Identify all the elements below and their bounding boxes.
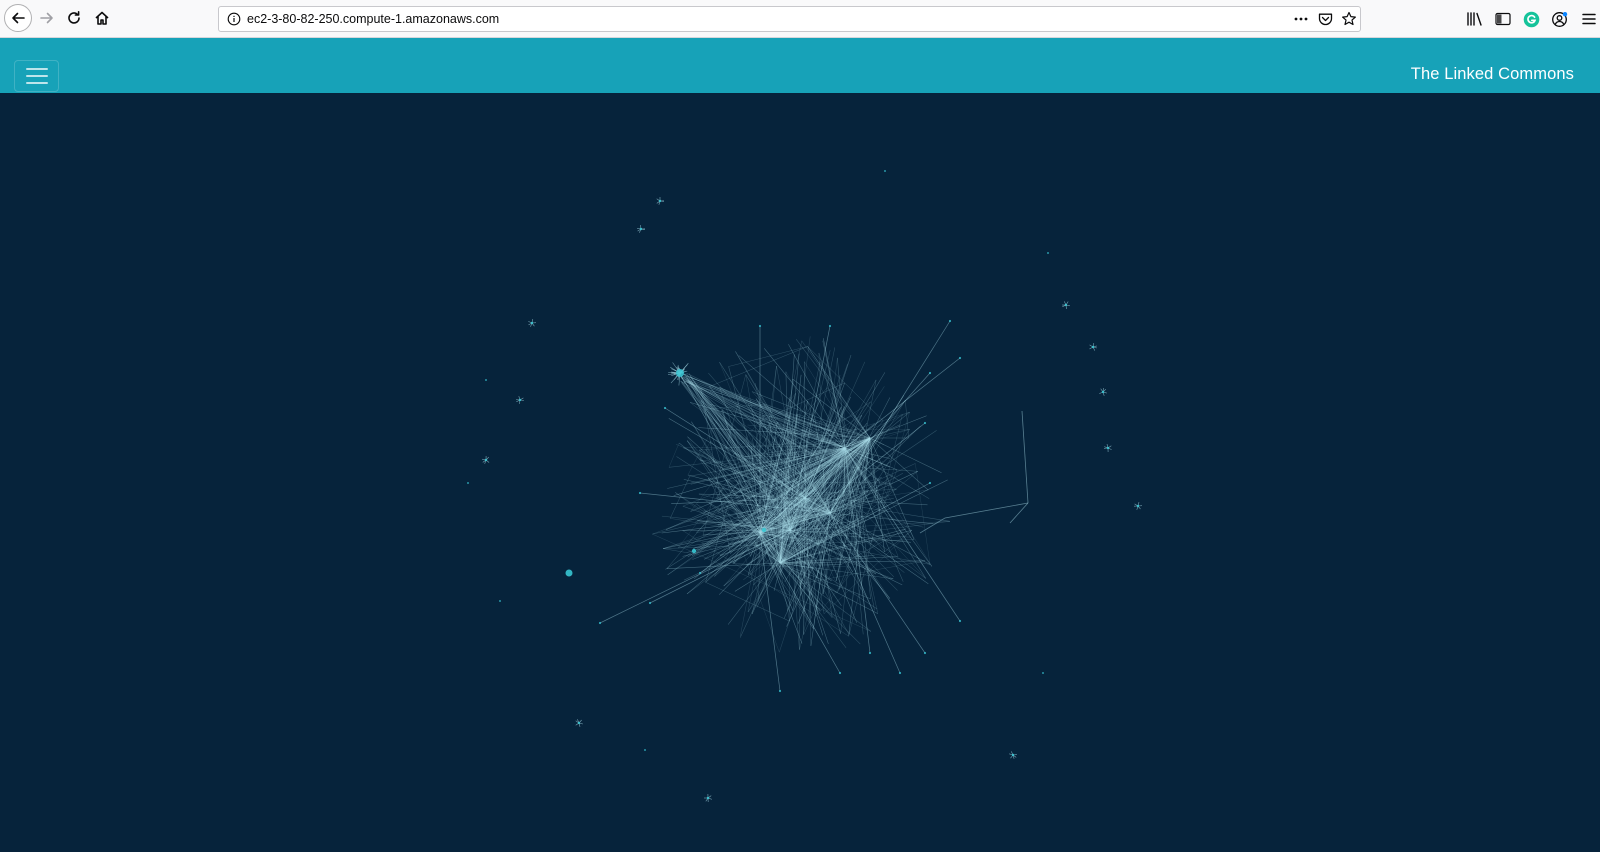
url-text[interactable]: ec2-3-80-82-250.compute-1.amazonaws.com (247, 7, 499, 31)
graph-edge (668, 442, 680, 468)
graph-node[interactable] (1011, 753, 1015, 757)
graph-node[interactable] (838, 671, 842, 675)
toggle-bar (25, 82, 48, 84)
graph-edge (728, 346, 808, 367)
graph-node[interactable] (706, 796, 710, 800)
url-bar[interactable]: ec2-3-80-82-250.compute-1.amazonaws.com (218, 6, 1361, 32)
account-icon (1551, 11, 1567, 27)
graph-node[interactable] (948, 319, 952, 323)
graph-node[interactable] (518, 398, 522, 402)
graph-node[interactable] (828, 324, 832, 328)
graph-node[interactable] (928, 371, 932, 375)
graph-node[interactable] (868, 651, 872, 655)
graph-edge (1021, 410, 1029, 504)
graph-node[interactable] (638, 491, 642, 495)
graph-canvas[interactable] (0, 93, 1600, 852)
info-icon[interactable] (227, 12, 241, 26)
graph-node[interactable] (485, 379, 487, 381)
home-icon (95, 11, 109, 25)
more-dots-icon[interactable] (1293, 12, 1309, 26)
graph-node[interactable] (658, 199, 662, 203)
graph-node[interactable] (598, 621, 602, 625)
graph-edge (838, 566, 852, 590)
graph-node[interactable] (577, 721, 581, 725)
graph-node[interactable] (698, 571, 702, 575)
graph-node[interactable] (761, 527, 767, 533)
graph-node[interactable] (1106, 446, 1110, 450)
graph-node[interactable] (639, 227, 643, 231)
graph-node[interactable] (958, 619, 962, 623)
graph-node[interactable] (923, 651, 927, 655)
reload-button[interactable] (61, 5, 87, 31)
graph-node[interactable] (499, 600, 501, 602)
graph-edge (829, 512, 926, 654)
app-title[interactable]: The Linked Commons (1411, 65, 1574, 84)
toggle-bar (25, 75, 48, 77)
graph-node[interactable] (1042, 672, 1044, 674)
graph-edge (829, 512, 901, 674)
sidebar-icon (1495, 12, 1511, 26)
graph-node[interactable] (1101, 390, 1105, 394)
toggle-bar (25, 68, 48, 70)
forward-button[interactable] (34, 5, 60, 31)
graph-node[interactable] (467, 482, 469, 484)
back-arrow-icon (12, 12, 25, 24)
account-button[interactable] (1550, 10, 1568, 28)
sidebar-button[interactable] (1494, 10, 1512, 28)
browser-toolbar: ec2-3-80-82-250.compute-1.amazonaws.com (0, 0, 1600, 38)
graph-node[interactable] (1064, 303, 1068, 307)
graph-edges (482, 197, 1143, 803)
graph-node[interactable] (565, 569, 573, 577)
nav-toggle-button[interactable] (14, 60, 59, 92)
back-button[interactable] (4, 4, 32, 32)
reload-icon (68, 11, 80, 24)
graph-node[interactable] (530, 321, 534, 325)
graph-node[interactable] (663, 406, 667, 410)
graph-node[interactable] (758, 324, 762, 328)
library-button[interactable] (1466, 10, 1484, 28)
graph-node[interactable] (898, 671, 902, 675)
pocket-icon[interactable] (1318, 12, 1333, 26)
graph-edge (944, 502, 1029, 519)
forward-arrow-icon (40, 12, 53, 24)
graph-node[interactable] (676, 369, 684, 377)
graph-edge (687, 409, 723, 476)
graph-node[interactable] (1047, 252, 1049, 254)
graph-edge (705, 582, 790, 622)
library-icon (1467, 12, 1482, 26)
grammarly-icon (1523, 11, 1539, 27)
graph-node[interactable] (691, 548, 697, 554)
graph-node[interactable] (644, 749, 646, 751)
graph-node[interactable] (484, 458, 488, 462)
home-button[interactable] (89, 5, 115, 31)
graph-node[interactable] (778, 689, 782, 693)
graph-edge (915, 463, 931, 565)
graph-node[interactable] (923, 421, 927, 425)
app-navbar: The Linked Commons (0, 38, 1600, 93)
grammarly-button[interactable] (1522, 10, 1540, 28)
network-graph[interactable] (0, 93, 1600, 852)
browser-menu-button[interactable] (1580, 10, 1598, 28)
bookmark-star-icon[interactable] (1341, 11, 1357, 27)
graph-node[interactable] (648, 601, 652, 605)
graph-edge (844, 357, 961, 449)
hamburger-menu-icon (1582, 13, 1596, 25)
graph-node[interactable] (884, 170, 886, 172)
graph-edge (905, 400, 909, 439)
graph-node[interactable] (958, 356, 962, 360)
graph-node[interactable] (1091, 345, 1095, 349)
graph-node[interactable] (1136, 504, 1140, 508)
graph-node[interactable] (928, 481, 932, 485)
